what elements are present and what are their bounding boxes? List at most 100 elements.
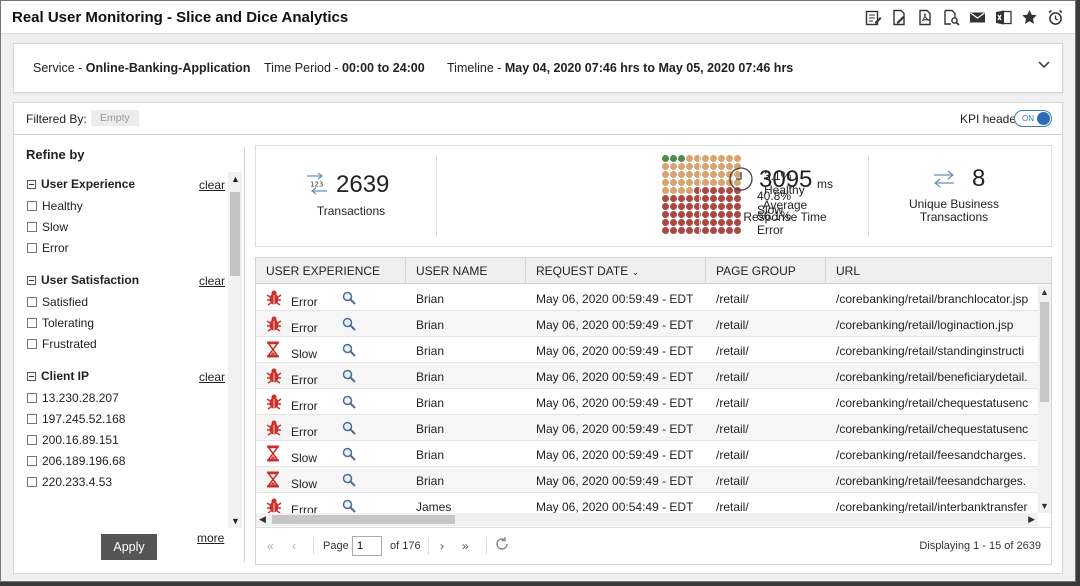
search-icon[interactable]: [342, 291, 356, 308]
excel-icon[interactable]: [994, 8, 1013, 27]
url-cell[interactable]: /corebanking/retail/beneficiarydetail.: [836, 370, 1038, 384]
table-horizontal-scrollbar[interactable]: ◀ ▶: [256, 513, 1038, 526]
collapse-icon[interactable]: [27, 276, 36, 285]
search-icon[interactable]: [342, 447, 356, 464]
refine-option[interactable]: 206.189.196.68: [26, 451, 226, 472]
checkbox[interactable]: [27, 393, 37, 403]
chevron-down-icon[interactable]: [1038, 58, 1050, 72]
pdf-icon[interactable]: [916, 8, 935, 27]
url-cell[interactable]: /corebanking/retail/branchlocator.jsp: [836, 292, 1038, 306]
url-cell[interactable]: /corebanking/retail/feesandcharges.: [836, 448, 1038, 462]
refine-option[interactable]: 197.245.52.168: [26, 409, 226, 430]
column-page-group[interactable]: PAGE GROUP: [706, 258, 826, 284]
refine-group: User Satisfaction clear Satisfied Toleratin…: [26, 271, 226, 355]
table-row[interactable]: Slow Brian May 06, 2020 00:59:49 - EDT/ret…: [256, 467, 1038, 493]
search-icon[interactable]: [342, 421, 356, 438]
checkbox[interactable]: [27, 201, 37, 211]
clear-link[interactable]: clear: [199, 370, 225, 384]
prev-page-icon[interactable]: ‹: [292, 539, 296, 553]
star-icon[interactable]: [1020, 8, 1039, 27]
checkbox[interactable]: [27, 435, 37, 445]
scroll-up-icon[interactable]: ▲: [1040, 287, 1049, 297]
refine-group-header[interactable]: User Satisfaction clear: [26, 271, 226, 292]
column-request-date[interactable]: REQUEST DATE ⌄: [526, 258, 706, 284]
column-user-experience[interactable]: USER EXPERIENCE: [256, 258, 406, 284]
transactions-label: Transactions: [316, 204, 386, 218]
first-page-icon[interactable]: «: [267, 539, 274, 553]
refine-option[interactable]: Slow: [26, 217, 226, 238]
refine-option[interactable]: Frustrated: [26, 334, 226, 355]
email-icon[interactable]: [968, 8, 987, 27]
collapse-icon[interactable]: [27, 180, 36, 189]
url-cell[interactable]: /corebanking/retail/chequestatusenc: [836, 422, 1038, 436]
apply-button[interactable]: Apply: [101, 534, 157, 560]
checkbox[interactable]: [27, 222, 37, 232]
search-icon[interactable]: [342, 317, 356, 334]
url-cell[interactable]: /corebanking/retail/interbanktransfer: [836, 500, 1038, 513]
unique-transactions-label-2: Transactions: [919, 210, 989, 224]
scroll-thumb[interactable]: [272, 515, 455, 524]
sort-icon[interactable]: ⌄: [632, 267, 640, 277]
refine-option[interactable]: Error: [26, 238, 226, 259]
table-vertical-scrollbar[interactable]: ▲ ▼: [1038, 285, 1051, 513]
refine-option[interactable]: Tolerating: [26, 313, 226, 334]
user-name-cell: Brian: [416, 422, 445, 436]
checkbox[interactable]: [27, 243, 37, 253]
checkbox[interactable]: [27, 318, 37, 328]
search-icon[interactable]: [342, 499, 356, 513]
collapse-icon[interactable]: [27, 372, 36, 381]
table-row[interactable]: Error Brian May 06, 2020 00:59:49 - EDT/re…: [256, 363, 1038, 389]
table-row[interactable]: Error Brian May 06, 2020 00:59:49 - EDT/re…: [256, 389, 1038, 415]
next-page-icon[interactable]: ›: [440, 539, 444, 553]
kpi-header-toggle[interactable]: ON: [1014, 110, 1052, 127]
scroll-down-icon[interactable]: ▼: [231, 516, 240, 526]
refine-option[interactable]: Satisfied: [26, 292, 226, 313]
search-doc-icon[interactable]: [942, 8, 961, 27]
table-row[interactable]: Error James May 06, 2020 00:54:49 - EDT/re…: [256, 493, 1038, 513]
search-icon[interactable]: [342, 473, 356, 490]
scroll-up-icon[interactable]: ▲: [231, 174, 240, 184]
scroll-thumb[interactable]: [1040, 302, 1049, 402]
page-number-input[interactable]: [352, 536, 382, 556]
refine-scrollbar[interactable]: ▲ ▼: [228, 172, 242, 528]
column-url[interactable]: URL: [826, 258, 1051, 284]
scroll-left-icon[interactable]: ◀: [259, 514, 266, 525]
clear-link[interactable]: clear: [199, 274, 225, 288]
scroll-down-icon[interactable]: ▼: [1040, 501, 1049, 511]
column-user-name[interactable]: USER NAME: [406, 258, 526, 284]
checkbox[interactable]: [27, 339, 37, 349]
refine-option[interactable]: 220.233.4.53: [26, 472, 226, 493]
search-icon[interactable]: [342, 395, 356, 412]
more-link[interactable]: more: [197, 531, 224, 545]
scroll-thumb[interactable]: [230, 192, 240, 276]
table-row[interactable]: Error Brian May 06, 2020 00:59:49 - EDT/re…: [256, 285, 1038, 311]
refine-option[interactable]: Healthy: [26, 196, 226, 217]
table-row[interactable]: Slow Brian May 06, 2020 00:59:49 - EDT/ret…: [256, 337, 1038, 363]
refine-option[interactable]: 200.16.89.151: [26, 430, 226, 451]
search-icon[interactable]: [342, 343, 356, 360]
checkbox[interactable]: [27, 477, 37, 487]
edit-doc-icon[interactable]: [890, 8, 909, 27]
scroll-right-icon[interactable]: ▶: [1028, 514, 1035, 525]
checkbox[interactable]: [27, 297, 37, 307]
refine-group-header[interactable]: Client IP clear: [26, 367, 226, 388]
refresh-icon[interactable]: [494, 536, 510, 555]
pager-divider: [428, 537, 429, 555]
table-row[interactable]: Error Brian May 06, 2020 00:59:49 - EDT/re…: [256, 311, 1038, 337]
search-icon[interactable]: [342, 369, 356, 386]
refine-option[interactable]: 13.230.28.207: [26, 388, 226, 409]
edit-report-icon[interactable]: [864, 8, 883, 27]
alarm-icon[interactable]: [1046, 8, 1065, 27]
clear-link[interactable]: clear: [199, 178, 225, 192]
last-page-icon[interactable]: »: [462, 539, 469, 553]
url-cell[interactable]: /corebanking/retail/feesandcharges.: [836, 474, 1038, 488]
table-row[interactable]: Slow Brian May 06, 2020 00:59:49 - EDT/ret…: [256, 441, 1038, 467]
url-cell[interactable]: /corebanking/retail/standinginstructi: [836, 344, 1038, 358]
url-cell[interactable]: /corebanking/retail/loginaction.jsp: [836, 318, 1038, 332]
service-info: Service - Online-Banking-Application: [33, 61, 250, 75]
checkbox[interactable]: [27, 414, 37, 424]
checkbox[interactable]: [27, 456, 37, 466]
refine-group-header[interactable]: User Experience clear: [26, 175, 226, 196]
url-cell[interactable]: /corebanking/retail/chequestatusenc: [836, 396, 1038, 410]
table-row[interactable]: Error Brian May 06, 2020 00:59:49 - EDT/re…: [256, 415, 1038, 441]
